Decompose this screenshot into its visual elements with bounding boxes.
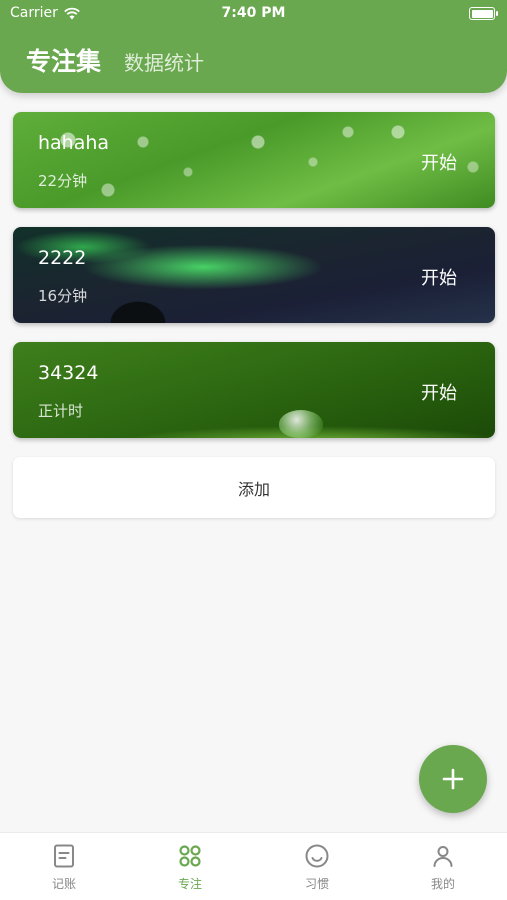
tabbar-label: 习惯 (304, 877, 329, 891)
focus-card[interactable]: 34324 正计时 开始 (13, 342, 495, 438)
tree-silhouette (93, 288, 183, 323)
user-icon (433, 846, 453, 867)
card-duration: 正计时 (38, 402, 84, 420)
plus-icon (442, 768, 464, 790)
add-button[interactable]: 添加 (13, 457, 495, 518)
floating-add-button[interactable] (419, 745, 487, 813)
tabbar-item-habits[interactable]: 习惯 (272, 843, 362, 892)
card-title: 2222 (38, 247, 87, 269)
grid-icon (179, 845, 201, 867)
start-button[interactable]: 开始 (421, 149, 457, 175)
tabbar-label: 专注 (177, 877, 202, 891)
tabbar-item-ledger[interactable]: 记账 (19, 843, 109, 892)
start-button[interactable]: 开始 (421, 379, 457, 405)
bottom-tab-bar: 记账 专注 习惯 我的 (0, 832, 507, 900)
tab-statistics[interactable]: 数据统计 (124, 47, 204, 76)
card-duration: 22分钟 (38, 172, 88, 190)
tabbar-label: 我的 (430, 877, 455, 891)
focus-card[interactable]: hahaha 22分钟 开始 (13, 112, 495, 208)
status-bar: Carrier 7:40 PM (0, 0, 507, 28)
tab-focus-set[interactable]: 专注集 (26, 42, 101, 78)
card-title: 34324 (38, 362, 99, 384)
focus-card[interactable]: 2222 16分钟 开始 (13, 227, 495, 323)
app-header: Carrier 7:40 PM 专注集 数据统计 (0, 0, 507, 93)
card-duration: 16分钟 (38, 287, 88, 305)
start-button[interactable]: 开始 (421, 264, 457, 290)
ledger-icon (54, 844, 74, 868)
tabbar-item-profile[interactable]: 我的 (398, 843, 488, 892)
tabbar-item-focus[interactable]: 专注 (145, 843, 235, 892)
smile-icon (305, 844, 329, 868)
battery-icon (469, 7, 498, 20)
card-title: hahaha (38, 132, 110, 154)
status-time: 7:40 PM (221, 5, 286, 21)
tabbar-label: 记账 (51, 877, 76, 891)
add-button-label: 添加 (237, 479, 270, 499)
water-drop (279, 410, 323, 438)
